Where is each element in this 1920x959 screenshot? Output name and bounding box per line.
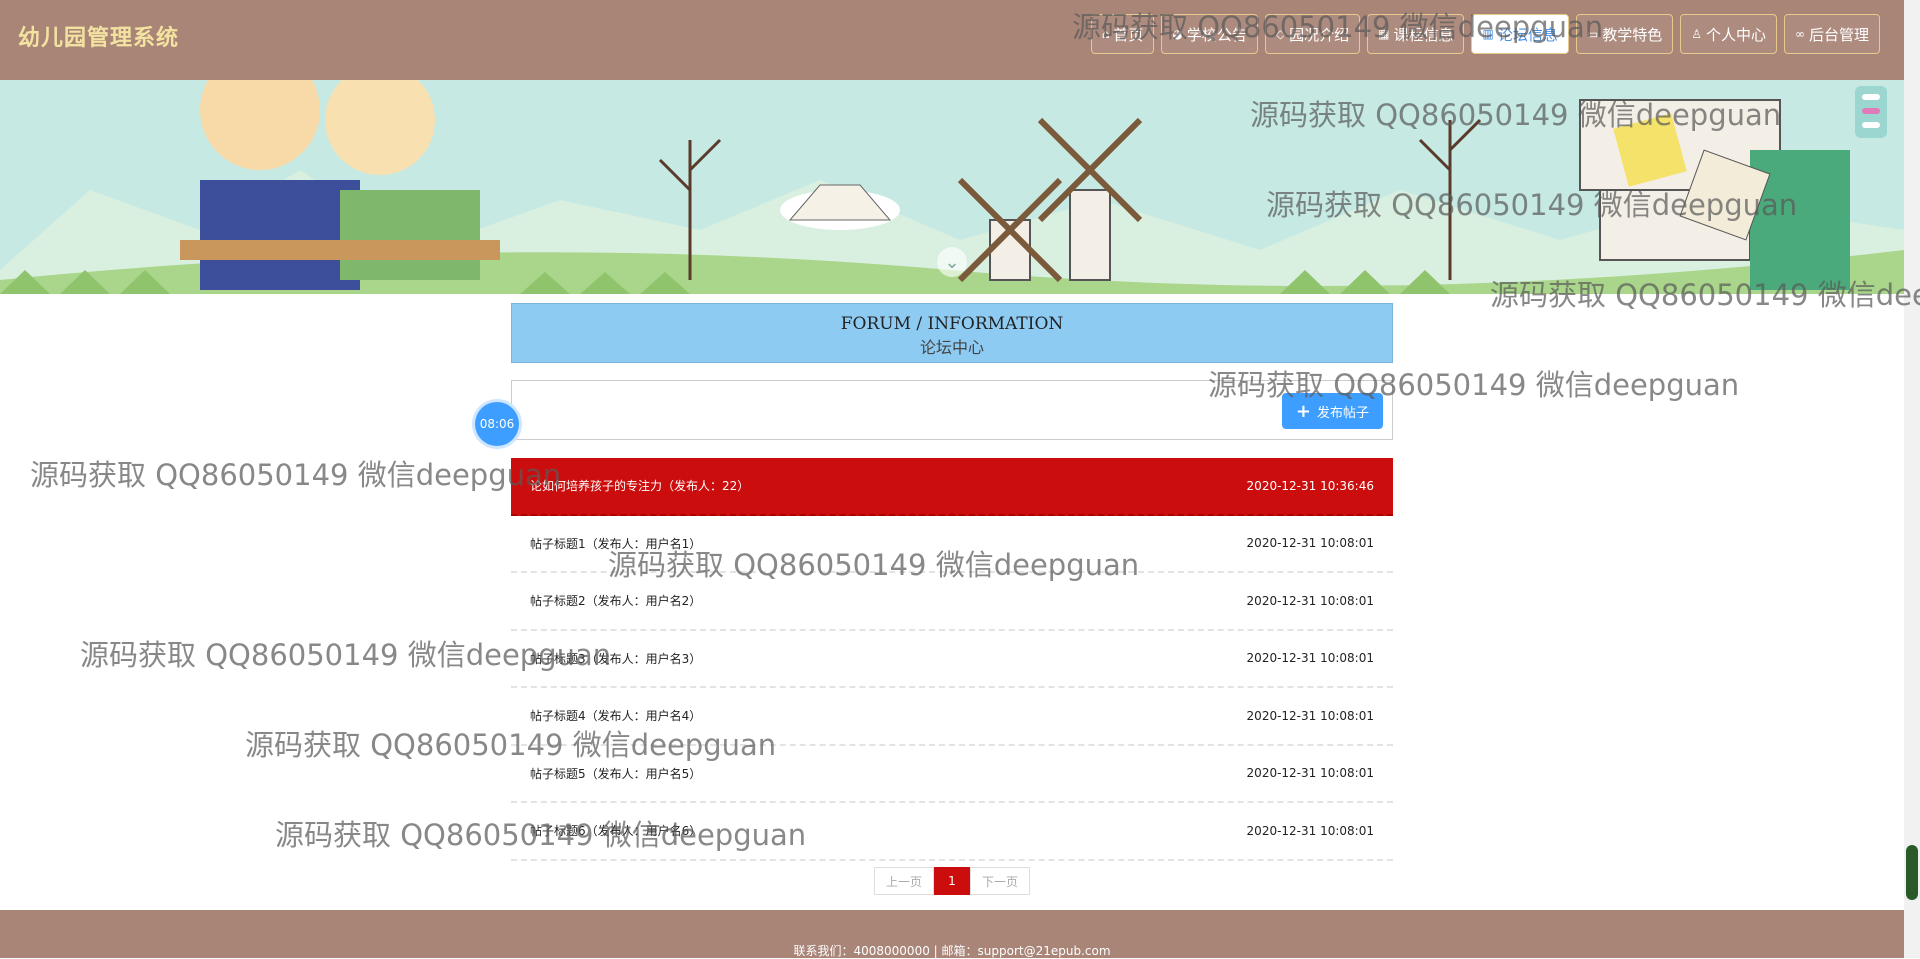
- post-time: 2020-12-31 10:36:46: [1246, 478, 1374, 493]
- window-icon: ▭: [1586, 27, 1599, 41]
- footer: 联系我们：4008000000 | 邮箱：support@21epub.com: [0, 910, 1904, 958]
- chevron-down-icon[interactable]: ⌄: [937, 247, 967, 277]
- post-title[interactable]: 论如何培养孩子的专注力（发布人：22）: [530, 477, 749, 494]
- nav-item-0[interactable]: ⌂ 首页: [1090, 14, 1155, 54]
- post-row[interactable]: 帖子标题2（发布人：用户名2） 2020-12-31 10:08:01: [511, 573, 1393, 631]
- nav-label: 学校公告: [1186, 25, 1247, 44]
- post-time: 2020-12-31 10:08:01: [1246, 708, 1374, 723]
- post-title[interactable]: 帖子标题2（发布人：用户名2）: [530, 592, 701, 609]
- side-menu-toggle[interactable]: [1855, 86, 1887, 138]
- forum-title-cn: 论坛中心: [919, 338, 984, 357]
- nav-label: 园况介绍: [1289, 25, 1350, 44]
- nav-item-6[interactable]: ♙ 个人中心: [1680, 14, 1777, 54]
- scrollbar-thumb[interactable]: [1906, 845, 1918, 900]
- nav-item-7[interactable]: ∞ 后台管理: [1783, 14, 1880, 54]
- nav-label: 首页: [1113, 25, 1144, 44]
- post-row[interactable]: 帖子标题3（发布人：用户名3） 2020-12-31 10:08:01: [511, 631, 1393, 688]
- forum-header: FORUM / INFORMATION 论坛中心: [511, 303, 1393, 363]
- nav-label: 论坛信息: [1497, 25, 1558, 44]
- watermark-text: 源码获取 QQ86050149 微信deepguan: [30, 458, 562, 492]
- nav-label: 教学特色: [1602, 25, 1663, 44]
- post-title[interactable]: 帖子标题4（发布人：用户名4）: [530, 707, 701, 724]
- nav-label: 课程信息: [1393, 25, 1454, 44]
- nav-item-5[interactable]: ▭ 教学特色: [1575, 14, 1674, 54]
- post-row[interactable]: 帖子标题6（发布人：用户名6） 2020-12-31 10:08:01: [511, 803, 1393, 861]
- post-time: 2020-12-31 10:08:01: [1246, 766, 1374, 781]
- post-time: 2020-12-31 10:08:01: [1246, 823, 1374, 838]
- tag-icon: ◇: [1275, 27, 1286, 41]
- plus-icon: +: [1295, 400, 1311, 422]
- post-list: 论如何培养孩子的专注力（发布人：22） 2020-12-31 10:36:46 帖子…: [511, 458, 1393, 861]
- footer-contact: 联系我们：4008000000 | 邮箱：support@21epub.com: [793, 944, 1111, 958]
- page-1-button[interactable]: 1: [934, 867, 970, 895]
- forum-toolbar: + 发布帖子: [511, 380, 1393, 440]
- post-title[interactable]: 帖子标题1（发布人：用户名1）: [530, 535, 701, 552]
- home-icon: ⌂: [1101, 27, 1110, 41]
- clock-badge: 08:06: [475, 402, 519, 446]
- nav-label: 后台管理: [1808, 25, 1869, 44]
- post-time: 2020-12-31 10:08:01: [1246, 651, 1374, 666]
- next-page-button[interactable]: 下一页: [970, 867, 1030, 895]
- post-title[interactable]: 帖子标题3（发布人：用户名3）: [530, 650, 701, 667]
- book-icon: ▥: [1482, 27, 1494, 41]
- nav-item-4[interactable]: ▥ 论坛信息: [1471, 14, 1569, 54]
- top-navbar: 幼儿园管理系统 ⌂ 首页 ◕ 学校公告 ◇ 园况介绍 ▦ 课程信息 ▥ 论坛信息 ▭ 教学特色 ♙ 个人中…: [0, 0, 1904, 80]
- post-time: 2020-12-31 10:08:01: [1246, 536, 1374, 551]
- post-title[interactable]: 帖子标题5（发布人：用户名5）: [530, 765, 701, 782]
- bullhorn-icon: ◕: [1172, 27, 1183, 41]
- post-time: 2020-12-31 10:08:01: [1246, 593, 1374, 608]
- nav-label: 个人中心: [1705, 25, 1766, 44]
- page-scrollbar[interactable]: [1904, 0, 1920, 958]
- publish-post-button[interactable]: + 发布帖子: [1281, 393, 1383, 429]
- post-row[interactable]: 帖子标题1（发布人：用户名1） 2020-12-31 10:08:01: [511, 516, 1393, 573]
- link-icon: ∞: [1794, 27, 1805, 41]
- post-row[interactable]: 论如何培养孩子的专注力（发布人：22） 2020-12-31 10:36:46: [511, 458, 1393, 516]
- user-icon: ♙: [1691, 27, 1702, 41]
- post-row[interactable]: 帖子标题4（发布人：用户名4） 2020-12-31 10:08:01: [511, 688, 1393, 746]
- publish-post-label: 发布帖子: [1316, 405, 1369, 421]
- post-title[interactable]: 帖子标题6（发布人：用户名6）: [530, 822, 701, 839]
- nav-item-1[interactable]: ◕ 学校公告: [1161, 14, 1258, 54]
- nav-item-2[interactable]: ◇ 园况介绍: [1264, 14, 1361, 54]
- pagination: 上一页 1 下一页: [874, 867, 1030, 895]
- site-title[interactable]: 幼儿园管理系统: [18, 20, 179, 52]
- prev-page-button[interactable]: 上一页: [874, 867, 934, 895]
- nav-item-3[interactable]: ▦ 课程信息: [1367, 14, 1465, 54]
- main-nav: ⌂ 首页 ◕ 学校公告 ◇ 园况介绍 ▦ 课程信息 ▥ 论坛信息 ▭ 教学特色 ♙ 个人中心 ∞ 后台管理: [1090, 14, 1880, 54]
- post-row[interactable]: 帖子标题5（发布人：用户名5） 2020-12-31 10:08:01: [511, 746, 1393, 803]
- grid-icon: ▦: [1378, 27, 1390, 41]
- forum-title-en: FORUM / INFORMATION: [840, 314, 1064, 334]
